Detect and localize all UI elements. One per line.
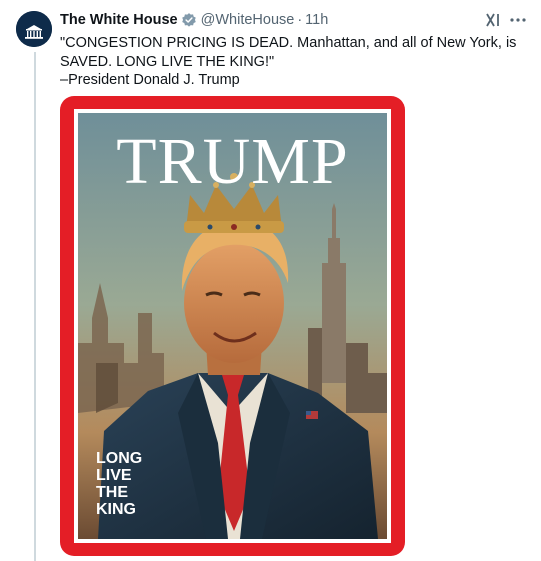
tweet[interactable]: The White House @WhiteHouse · 11h "CONGE…	[0, 0, 541, 561]
gov-verified-badge-icon[interactable]	[181, 12, 197, 28]
tweet-text-line: –President Donald J. Trump	[60, 72, 240, 88]
more-options-button[interactable]	[508, 11, 528, 29]
tweet-media-image[interactable]: TRUMP LONG LIVE THE KING	[60, 96, 405, 556]
thread-line	[34, 52, 36, 561]
tweet-text-line: "CONGESTION PRICING IS DEAD. Manhattan, …	[60, 35, 517, 70]
cover-line-word: KING	[96, 501, 136, 518]
timestamp[interactable]: 11h	[305, 12, 328, 28]
author-name[interactable]: The White House	[60, 12, 178, 28]
cover-masthead: TRUMP	[116, 125, 349, 198]
cover-artwork: TRUMP LONG LIVE THE KING	[78, 113, 387, 539]
tweet-text: "CONGESTION PRICING IS DEAD. Manhattan, …	[60, 34, 530, 90]
cover-line: LONG LIVE THE KING	[96, 450, 142, 518]
cover-line-word: THE	[96, 484, 128, 501]
cover-line-word: LONG	[96, 450, 143, 467]
cover-line-word: LIVE	[96, 467, 132, 484]
author-handle[interactable]: @WhiteHouse	[201, 12, 295, 28]
more-options-icon	[510, 18, 526, 22]
grok-icon	[486, 13, 499, 27]
white-house-logo-icon	[16, 11, 52, 47]
avatar[interactable]	[16, 11, 52, 47]
grok-button[interactable]	[484, 11, 502, 29]
separator-dot: ·	[297, 12, 303, 28]
tweet-header: The White House @WhiteHouse · 11h	[60, 11, 328, 29]
magazine-cover: TRUMP LONG LIVE THE KING	[74, 109, 391, 543]
